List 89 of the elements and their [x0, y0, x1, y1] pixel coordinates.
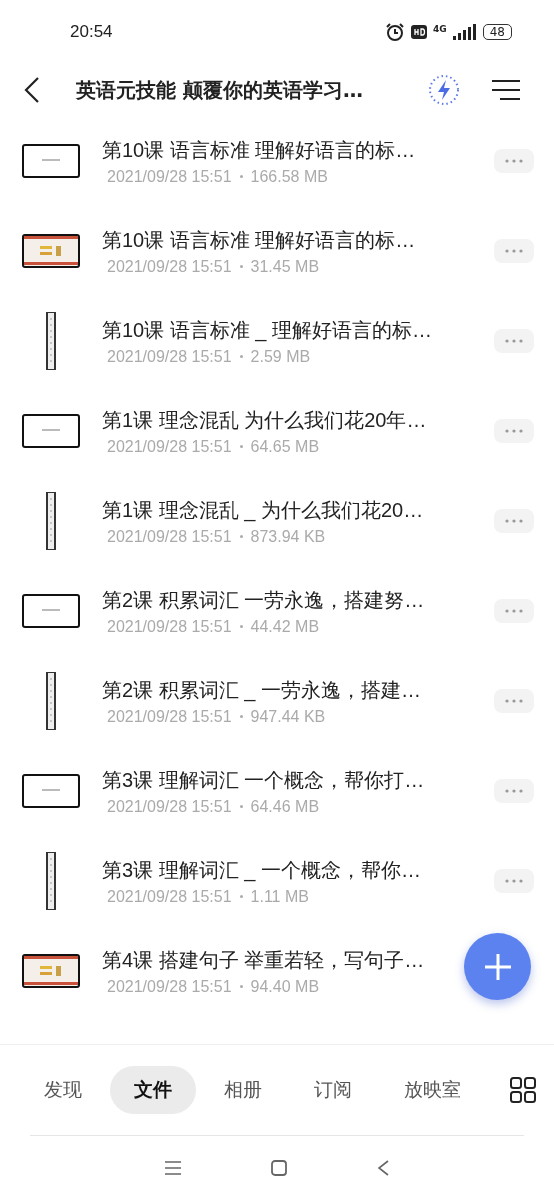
separator-dot — [239, 895, 243, 898]
more-button[interactable] — [494, 689, 534, 713]
file-date: 2021/09/28 15:51 — [107, 797, 232, 816]
file-date: 2021/09/28 15:51 — [107, 527, 232, 546]
more-button[interactable] — [494, 599, 534, 623]
add-button[interactable] — [464, 933, 531, 1000]
nav-tab[interactable]: 发现 — [20, 1066, 106, 1114]
file-size: 1.11 MB — [250, 887, 309, 906]
battery-indicator: 48 — [482, 24, 512, 40]
strip-thumbnail — [46, 672, 56, 730]
separator-dot — [239, 535, 243, 538]
slide-thumbnail — [22, 594, 80, 628]
strip-thumbnail — [46, 492, 56, 550]
more-icon — [504, 159, 524, 163]
separator-dot — [239, 175, 243, 178]
nav-tab[interactable]: 订阅 — [290, 1066, 376, 1114]
home-icon[interactable] — [271, 1160, 287, 1176]
file-name[interactable]: 第4课 搭建句子 举重若轻，写句子… — [102, 946, 425, 974]
more-button[interactable] — [494, 779, 534, 803]
file-date: 2021/09/28 15:51 — [107, 437, 232, 456]
more-icon — [504, 249, 524, 253]
file-size: 64.46 MB — [250, 797, 320, 816]
more-icon — [504, 789, 524, 793]
separator-dot — [239, 805, 243, 808]
back-icon[interactable] — [24, 77, 40, 103]
file-name[interactable]: 第1课 理念混乱 _ 为什么我们花20… — [102, 496, 424, 524]
file-name[interactable]: 第10课 语言标准 理解好语言的标… — [102, 226, 416, 254]
more-button[interactable] — [494, 509, 534, 533]
nav-tab[interactable]: 文件 — [110, 1066, 196, 1114]
slide-thumbnail — [22, 774, 80, 808]
network-label: 4G — [433, 24, 447, 34]
hd-icon — [411, 25, 428, 39]
more-button[interactable] — [494, 419, 534, 443]
file-date: 2021/09/28 15:51 — [107, 707, 232, 726]
file-name[interactable]: 第2课 积累词汇 _ 一劳永逸，搭建… — [102, 676, 421, 704]
back-nav-icon[interactable] — [377, 1160, 389, 1176]
nav-tab[interactable]: 放映室 — [380, 1066, 485, 1114]
more-button[interactable] — [494, 869, 534, 893]
strip-thumbnail — [46, 312, 56, 370]
separator-dot — [239, 265, 243, 268]
file-name[interactable]: 第10课 语言标准 _ 理解好语言的标… — [102, 316, 433, 344]
file-name[interactable]: 第3课 理解词汇 一个概念，帮你打… — [102, 766, 425, 794]
separator-dot — [239, 985, 243, 988]
nav-tab[interactable]: 相册 — [200, 1066, 286, 1114]
separator-dot — [239, 625, 243, 628]
strip-thumbnail — [46, 852, 56, 910]
more-button[interactable] — [494, 329, 534, 353]
grid-icon[interactable] — [510, 1077, 536, 1103]
file-date: 2021/09/28 15:51 — [107, 257, 232, 276]
more-icon — [504, 879, 524, 883]
status-time: 20:54 — [70, 22, 113, 42]
file-date: 2021/09/28 15:51 — [107, 977, 232, 996]
more-icon — [504, 339, 524, 343]
separator-dot — [239, 715, 243, 718]
file-size: 31.45 MB — [250, 257, 320, 276]
more-button[interactable] — [494, 149, 534, 173]
file-name[interactable]: 第3课 理解词汇 _ 一个概念，帮你… — [102, 856, 421, 884]
more-icon — [504, 609, 524, 613]
file-size: 873.94 KB — [250, 527, 326, 546]
folder-title: 英语元技能 颠覆你的英语学习… — [76, 76, 364, 104]
more-icon — [504, 429, 524, 433]
slide-thumbnail — [22, 414, 80, 448]
file-size: 2.59 MB — [250, 347, 311, 366]
file-date: 2021/09/28 15:51 — [107, 887, 232, 906]
signal-icon — [452, 24, 477, 40]
menu-icon[interactable] — [492, 79, 520, 101]
file-date: 2021/09/28 15:51 — [107, 167, 232, 186]
file-size: 947.44 KB — [250, 707, 326, 726]
plus-icon — [483, 952, 512, 981]
more-button[interactable] — [494, 239, 534, 263]
more-icon — [504, 699, 524, 703]
file-date: 2021/09/28 15:51 — [107, 617, 232, 636]
file-size: 166.58 MB — [250, 167, 328, 186]
alarm-icon — [385, 22, 406, 42]
separator-dot — [239, 355, 243, 358]
file-name[interactable]: 第1课 理念混乱 为什么我们花20年… — [102, 406, 427, 434]
file-date: 2021/09/28 15:51 — [107, 347, 232, 366]
separator-dot — [239, 445, 243, 448]
slide-thumbnail — [22, 954, 80, 988]
more-icon — [504, 519, 524, 523]
recents-icon[interactable] — [165, 1161, 181, 1175]
file-size: 94.40 MB — [250, 977, 320, 996]
file-size: 44.42 MB — [250, 617, 320, 636]
slide-thumbnail — [22, 234, 80, 268]
file-size: 64.65 MB — [250, 437, 320, 456]
file-name[interactable]: 第2课 积累词汇 一劳永逸，搭建努… — [102, 586, 425, 614]
slide-thumbnail — [22, 144, 80, 178]
file-name[interactable]: 第10课 语言标准 理解好语言的标… — [102, 136, 416, 164]
lightning-icon[interactable] — [428, 74, 460, 106]
